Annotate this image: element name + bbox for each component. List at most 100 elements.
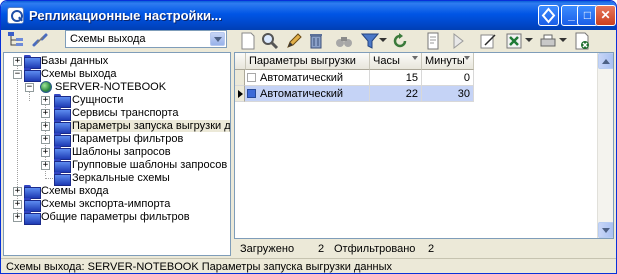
expand-icon[interactable]: + [41,148,50,157]
column-header-label: Параметры выгрузки [249,55,356,67]
cell-export-param[interactable]: Автоматический [245,70,370,86]
binoculars-icon[interactable] [335,32,353,50]
cell-hours[interactable]: 22 [370,86,422,102]
tree-item-entities[interactable]: + Сущности [4,94,230,108]
column-header-minutes[interactable]: Минуты [422,53,474,70]
tree-item-label: Шаблоны запросов [72,146,171,158]
tree-item-label: Групповые шаблоны запросов [72,159,228,171]
tree-item-query-templates[interactable]: + Шаблоны запросов [4,146,230,160]
table-row[interactable]: Автоматический 15 0 [235,70,474,86]
play-icon[interactable] [449,32,467,50]
column-header-hours[interactable]: Часы [370,53,422,70]
tree-item-label: Сущности [72,94,124,106]
collapse-icon[interactable]: − [25,83,34,92]
column-filter-icon[interactable] [464,56,471,63]
filter-icon[interactable] [361,32,379,50]
collapse-icon[interactable]: − [13,70,22,79]
printer-icon[interactable] [539,32,557,50]
row-checkbox[interactable] [247,73,256,82]
link-icon[interactable] [31,31,49,49]
folder-icon [24,198,41,212]
column-filter-icon[interactable] [412,56,419,63]
expand-icon[interactable]: + [41,135,50,144]
chevron-down-icon[interactable] [210,32,225,46]
row-indicator[interactable] [235,70,245,86]
tree-item-label: Схемы входа [41,185,109,197]
grid-toolbar [235,28,615,54]
expand-icon[interactable]: + [13,187,22,196]
column-header-export-params[interactable]: Параметры выгрузки [246,53,370,70]
folder-icon [24,185,41,199]
tree-item-label: Сервисы транспорта [72,107,179,119]
row-indicator-header [235,53,246,70]
app-search-icon [7,7,24,24]
expand-icon[interactable]: + [13,213,22,222]
folder-icon [54,94,71,108]
settings-tree[interactable]: + Базы данных − Схемы выхода − SERVER-NO… [3,52,231,256]
scheme-type-select[interactable]: Схемы выхода [65,30,227,48]
folder-icon [54,146,71,160]
expand-icon[interactable]: + [13,57,22,66]
loaded-label: Загружено [240,243,295,255]
refresh-icon[interactable] [391,32,409,50]
globe-icon [40,81,52,93]
tree-item-input-schemes[interactable]: + Схемы входа [4,185,230,199]
tree-item-databases[interactable]: + Базы данных [4,55,230,69]
tree-item-export-launch-params[interactable]: + Параметры запуска выгрузки данных [4,120,230,134]
close-button[interactable]: ✕ [595,5,616,26]
edit-form-icon[interactable] [479,32,497,50]
tree-item-label: Зеркальные схемы [72,172,170,184]
new-document-icon[interactable] [239,32,257,50]
title-bar[interactable]: Репликационные настройки... _ □ ✕ [1,1,616,30]
cell-hours[interactable]: 15 [370,70,422,86]
current-row-indicator[interactable] [235,86,245,102]
export-dropdown-icon[interactable] [525,36,533,44]
cell-export-param[interactable]: Автоматический [245,86,370,102]
cell-minutes[interactable]: 0 [422,70,474,86]
tree-item-mirror-schemes[interactable]: Зеркальные схемы [4,172,230,186]
edit-pencil-icon[interactable] [285,32,303,50]
tree-item-server-notebook[interactable]: − SERVER-NOTEBOOK [4,81,230,94]
tree-item-label: Параметры запуска выгрузки данных [71,120,230,132]
print-dropdown-icon[interactable] [559,36,567,44]
tree-item-group-query-templates[interactable]: + Групповые шаблоны запросов [4,159,230,173]
tree-item-label: Параметры фильтров [72,133,184,145]
excel-export-icon[interactable] [505,32,523,50]
expand-icon[interactable]: + [41,161,50,170]
expand-icon[interactable]: + [41,109,50,118]
expand-icon[interactable]: + [13,200,22,209]
close-document-icon[interactable] [573,32,591,50]
filter-dropdown-icon[interactable] [379,36,387,44]
tree-item-filter-params[interactable]: + Параметры фильтров [4,133,230,147]
record-counts: Загружено 2 Отфильтровано 2 [234,241,614,256]
tree-view-icon[interactable] [7,31,25,49]
replication-settings-window: Репликационные настройки... _ □ ✕ Схемы … [0,0,617,274]
scroll-down-button[interactable] [598,222,613,238]
tree-item-common-filter-params[interactable]: + Общие параметры фильтров [4,211,230,225]
export-params-grid[interactable]: Параметры выгрузки Часы Минуты Автоматич… [234,52,614,239]
tree-item-label: Схемы экспорта-импорта [41,198,171,210]
tree-item-label: Общие параметры фильтров [41,211,190,223]
arrows-icon [541,7,556,24]
status-text: Схемы выхода: SERVER-NOTEBOOK Параметры … [6,261,393,273]
tree-item-export-import-schemes[interactable]: + Схемы экспорта-импорта [4,198,230,212]
print-preview-icon[interactable] [425,32,443,50]
folder-icon [24,211,41,225]
search-icon[interactable] [261,32,279,50]
help-button[interactable] [538,5,559,26]
table-row[interactable]: Автоматический 22 30 [235,86,474,102]
folder-icon [24,55,41,69]
delete-trash-icon[interactable] [307,32,325,50]
tree-item-label: Схемы выхода [41,68,117,80]
cell-minutes[interactable]: 30 [422,86,474,102]
row-checkbox[interactable] [247,89,256,98]
scroll-up-button[interactable] [598,53,613,69]
folder-icon [54,159,71,173]
tree-item-transport-services[interactable]: + Сервисы транспорта [4,107,230,121]
folder-icon [54,133,71,147]
expand-icon[interactable]: + [41,122,50,131]
tree-item-output-schemes[interactable]: − Схемы выхода [4,68,230,82]
expand-icon[interactable]: + [41,96,50,105]
vertical-scrollbar[interactable] [597,53,613,238]
column-header-label: Минуты [425,55,465,67]
